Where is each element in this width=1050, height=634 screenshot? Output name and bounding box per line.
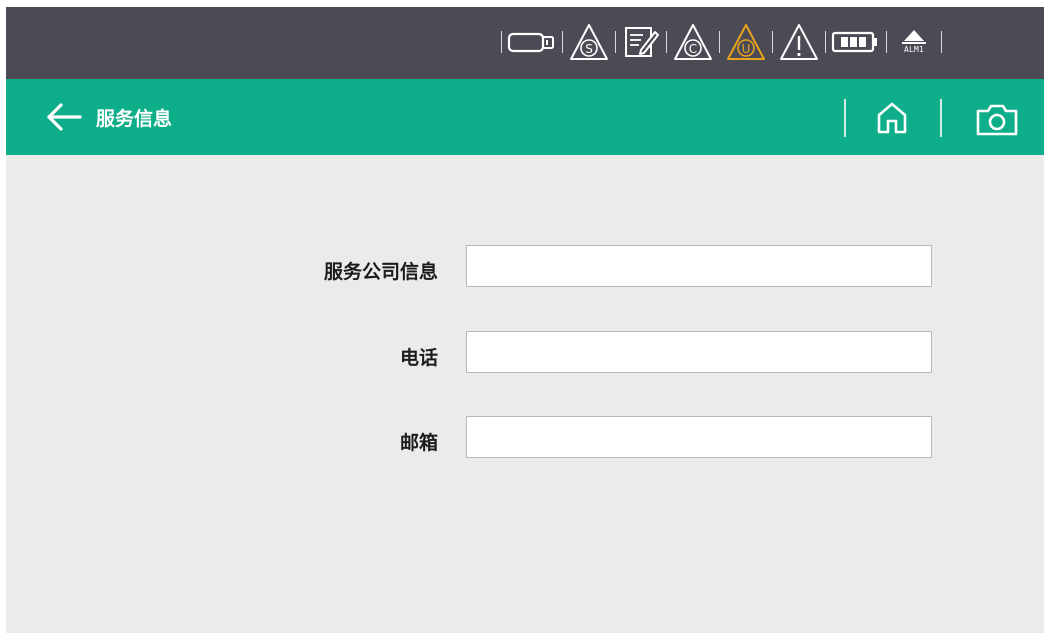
svg-text:C: C <box>689 42 697 56</box>
warning-c-icon: C <box>672 22 714 62</box>
status-bar: S C U ALM1 <box>6 7 1044 79</box>
warning-icon <box>778 22 820 62</box>
back-arrow-icon[interactable] <box>44 101 84 133</box>
alarm-label: ALM1 <box>903 45 925 54</box>
svg-text:U: U <box>742 42 751 56</box>
separator <box>825 31 826 53</box>
separator <box>940 99 942 137</box>
warning-u-icon: U <box>725 22 767 62</box>
edit-note-icon <box>621 22 661 62</box>
separator <box>844 99 846 137</box>
separator <box>615 31 616 53</box>
separator <box>562 31 563 53</box>
phone-label: 电话 <box>399 347 438 369</box>
service-company-row: 服务公司信息 <box>6 245 1044 291</box>
camera-icon[interactable] <box>974 101 1020 137</box>
status-icons: S C U ALM1 <box>496 19 947 65</box>
battery-icon <box>831 28 881 56</box>
email-label: 邮箱 <box>399 432 438 454</box>
warning-s-icon: S <box>568 22 610 62</box>
separator <box>772 31 773 53</box>
email-input[interactable] <box>466 416 932 458</box>
usb-drive-icon <box>507 28 557 56</box>
separator <box>719 31 720 53</box>
separator <box>501 31 502 53</box>
title-bar: 服务信息 <box>6 79 1044 155</box>
email-row: 邮箱 <box>6 416 1044 462</box>
page-title: 服务信息 <box>96 108 173 130</box>
screen-frame: S C U ALM1 服务信息 服务公司信息 电话 邮箱 <box>6 7 1044 633</box>
service-company-input[interactable] <box>466 245 932 287</box>
phone-row: 电话 <box>6 331 1044 377</box>
home-icon[interactable] <box>874 99 910 137</box>
separator <box>666 31 667 53</box>
alarm-icon: ALM1 <box>892 22 936 62</box>
svg-text:S: S <box>585 42 593 56</box>
phone-input[interactable] <box>466 331 932 373</box>
service-company-label: 服务公司信息 <box>323 261 438 283</box>
separator <box>941 31 942 53</box>
separator <box>886 31 887 53</box>
